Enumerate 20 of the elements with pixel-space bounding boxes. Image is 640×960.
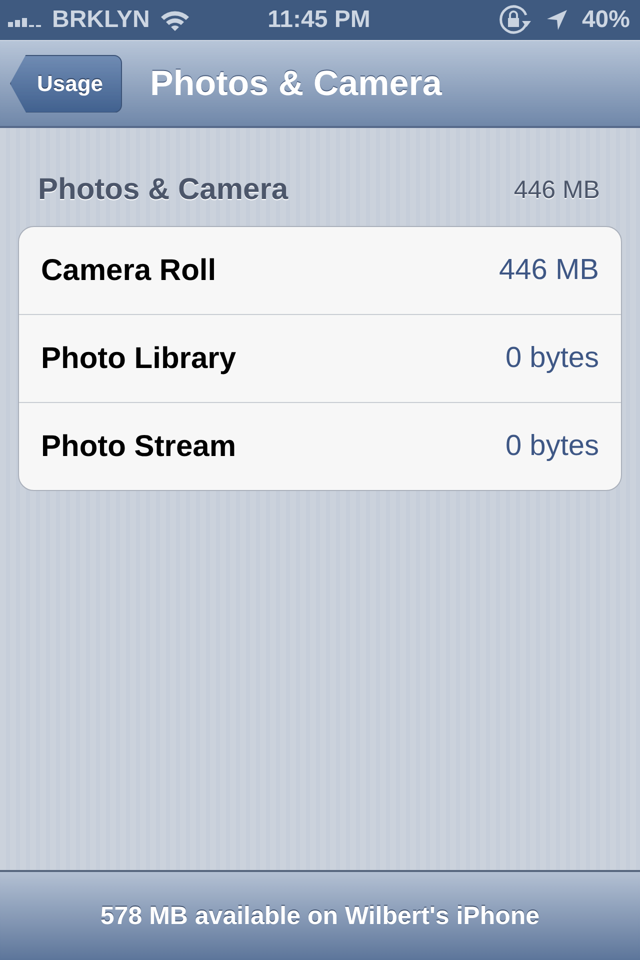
back-button[interactable]: Usage [10,54,122,112]
row-value: 446 MB [499,254,599,287]
section-total: 446 MB [514,176,600,204]
available-storage-text: 578 MB available on Wilbert's iPhone [100,902,540,930]
clock-time: 11:45 PM [268,6,370,34]
battery-percentage: 40% [582,6,630,34]
rotation-lock-icon [498,4,532,36]
wifi-icon [160,9,190,31]
usage-row[interactable]: Photo Library 0 bytes [19,314,621,402]
row-label: Photo Stream [41,430,236,464]
row-value: 0 bytes [506,430,599,463]
row-label: Photo Library [41,342,236,376]
page-title: Photos & Camera [150,64,442,104]
usage-row[interactable]: Photo Stream 0 bytes [19,402,621,490]
section-title: Photos & Camera [38,173,288,207]
usage-row[interactable]: Camera Roll 446 MB [19,227,621,314]
location-arrow-icon [546,9,568,31]
carrier-name: BRKLYN [52,6,150,34]
row-label: Camera Roll [41,254,216,288]
row-value: 0 bytes [506,342,599,375]
